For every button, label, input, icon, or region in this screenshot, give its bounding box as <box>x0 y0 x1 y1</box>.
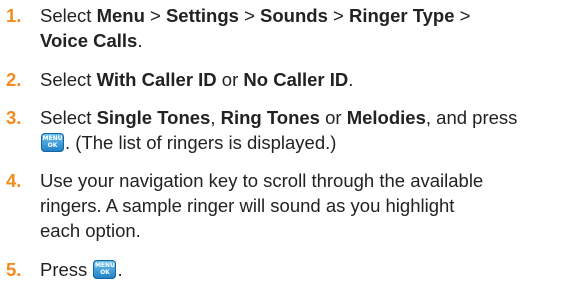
text: . <box>137 30 143 51</box>
key-label-bottom: OK <box>47 142 58 149</box>
step-number: 4. <box>6 170 22 191</box>
step-text: Press MENU OK. <box>40 257 569 282</box>
text: , <box>210 107 221 128</box>
step-text: Select Single Tones, Ring Tones or Melod… <box>40 105 569 155</box>
step-text: Select Menu > Settings > Sounds > Ringer… <box>40 3 569 53</box>
text: . (The list of ringers is displayed.) <box>65 132 337 153</box>
option-with-caller-id: With Caller ID <box>96 69 217 90</box>
option-single-tones: Single Tones <box>96 107 211 128</box>
instructions-page: { "steps": [ { "number": "1.", "lines": … <box>0 0 575 284</box>
step-number: 1. <box>6 5 22 26</box>
menu-path-sounds: Sounds <box>260 5 328 26</box>
text: Select <box>40 69 97 90</box>
text: or <box>216 69 244 90</box>
menu-ok-key-icon: MENU OK <box>93 260 117 279</box>
menu-path-settings: Settings <box>165 5 239 26</box>
option-melodies: Melodies <box>346 107 426 128</box>
step-text: Use your navigation key to scroll throug… <box>40 168 569 243</box>
key-label-bottom: OK <box>100 269 110 276</box>
text: Select <box>40 5 97 26</box>
text: . <box>117 259 123 280</box>
step-number: 2. <box>6 69 22 90</box>
step-line: MENU OK. (The list of ringers is displaye… <box>40 130 569 155</box>
text: > <box>454 5 471 26</box>
step-line: Press MENU OK. <box>40 257 569 282</box>
text: > <box>327 5 349 26</box>
option-no-caller-id: No Caller ID <box>243 69 349 90</box>
menu-path-ringer-type: Ringer Type <box>348 5 455 26</box>
step-line: ringers. A sample ringer will sound as y… <box>40 195 455 216</box>
step-line: Select Single Tones, Ring Tones or Melod… <box>40 105 569 130</box>
step-text: Select With Caller ID or No Caller ID. <box>40 67 569 92</box>
option-ring-tones: Ring Tones <box>220 107 320 128</box>
step-line: Voice Calls. <box>40 28 569 53</box>
text: . <box>348 69 354 90</box>
step-line: Select With Caller ID or No Caller ID. <box>40 67 569 92</box>
step-number: 5. <box>6 259 22 280</box>
step-line: Select Menu > Settings > Sounds > Ringer… <box>40 3 569 28</box>
step-line: Use your navigation key to scroll throug… <box>40 170 484 191</box>
text: Press <box>40 259 93 280</box>
text: , and press <box>425 107 518 128</box>
menu-path-voice-calls: Voice Calls <box>40 30 138 51</box>
text: > <box>238 5 261 26</box>
text: Select <box>40 107 97 128</box>
text: or <box>319 107 347 128</box>
step-line: each option. <box>40 220 141 241</box>
text: > <box>144 5 166 26</box>
step-number: 3. <box>6 107 22 128</box>
menu-path-menu: Menu <box>96 5 145 26</box>
menu-ok-key-icon: MENU OK <box>41 133 64 152</box>
